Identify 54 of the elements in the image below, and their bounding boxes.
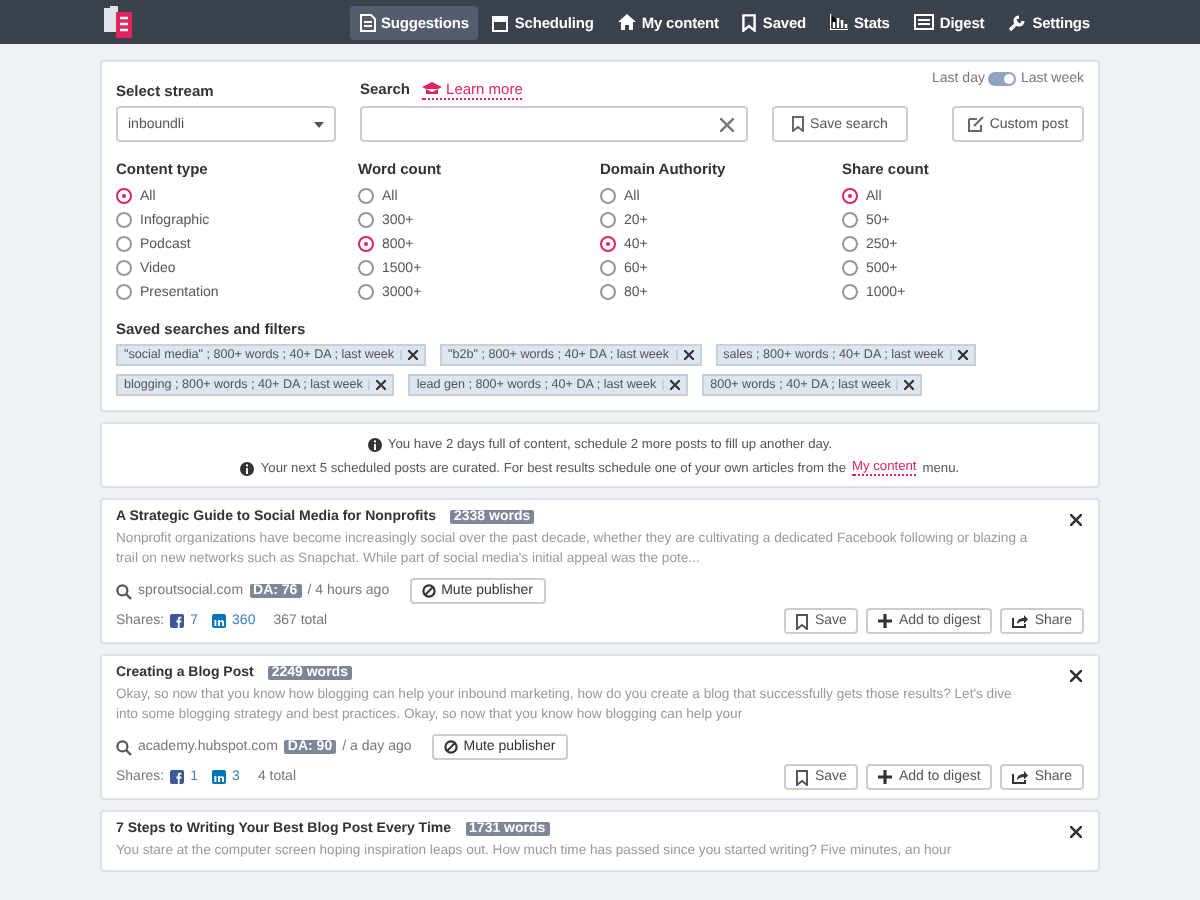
radio-button[interactable] [358,212,374,228]
info-icon [240,461,255,475]
clear-icon[interactable] [720,117,734,131]
plus-icon [878,770,893,784]
home-icon [617,14,636,30]
radio-button[interactable] [842,260,858,276]
radio-button[interactable] [600,188,616,204]
linkedin-icon [212,770,227,784]
linkedin-icon [212,614,227,628]
calendar-icon [492,13,509,31]
search-field[interactable] [360,106,748,142]
radio-button[interactable] [116,284,132,300]
radio-button[interactable] [358,188,374,204]
wrench-icon [1008,13,1027,31]
radio-button[interactable] [600,260,616,276]
facebook-icon [170,614,185,628]
radio-button[interactable] [600,284,616,300]
search-icon [116,739,132,755]
share-icon [1012,770,1029,784]
close-icon[interactable] [1070,670,1082,682]
radio-button[interactable] [116,212,132,228]
radio-button[interactable] [600,236,616,252]
info-icon [367,437,382,451]
close-icon[interactable] [1070,514,1082,526]
facebook-icon [170,770,185,784]
bookmark-icon [796,613,809,629]
block-icon [421,584,436,598]
radio-button[interactable] [842,212,858,228]
radio-button[interactable] [842,236,858,252]
bookmark-icon [792,116,805,132]
radio-button[interactable] [842,188,858,204]
radio-button[interactable] [600,212,616,228]
radio-button[interactable] [116,188,132,204]
radio-button[interactable] [358,284,374,300]
radio-button[interactable] [358,260,374,276]
bar-chart-icon [830,14,849,30]
close-icon[interactable] [1070,826,1082,838]
plus-icon [878,614,893,628]
bookmark-icon [796,769,809,785]
block-icon [443,740,458,754]
edit-icon [967,116,984,132]
radio-button[interactable] [842,284,858,300]
bookmark-icon [742,13,757,31]
share-icon [1012,614,1029,628]
document-icon [359,13,375,31]
logo-icon[interactable] [100,4,136,40]
newspaper-icon [913,14,934,30]
radio-button[interactable] [358,236,374,252]
period-toggle[interactable] [988,72,1017,86]
radio-button[interactable] [116,260,132,276]
radio-button[interactable] [116,236,132,252]
caret-icon [314,121,324,127]
graduation-cap-icon [422,82,443,96]
search-icon [116,583,132,599]
